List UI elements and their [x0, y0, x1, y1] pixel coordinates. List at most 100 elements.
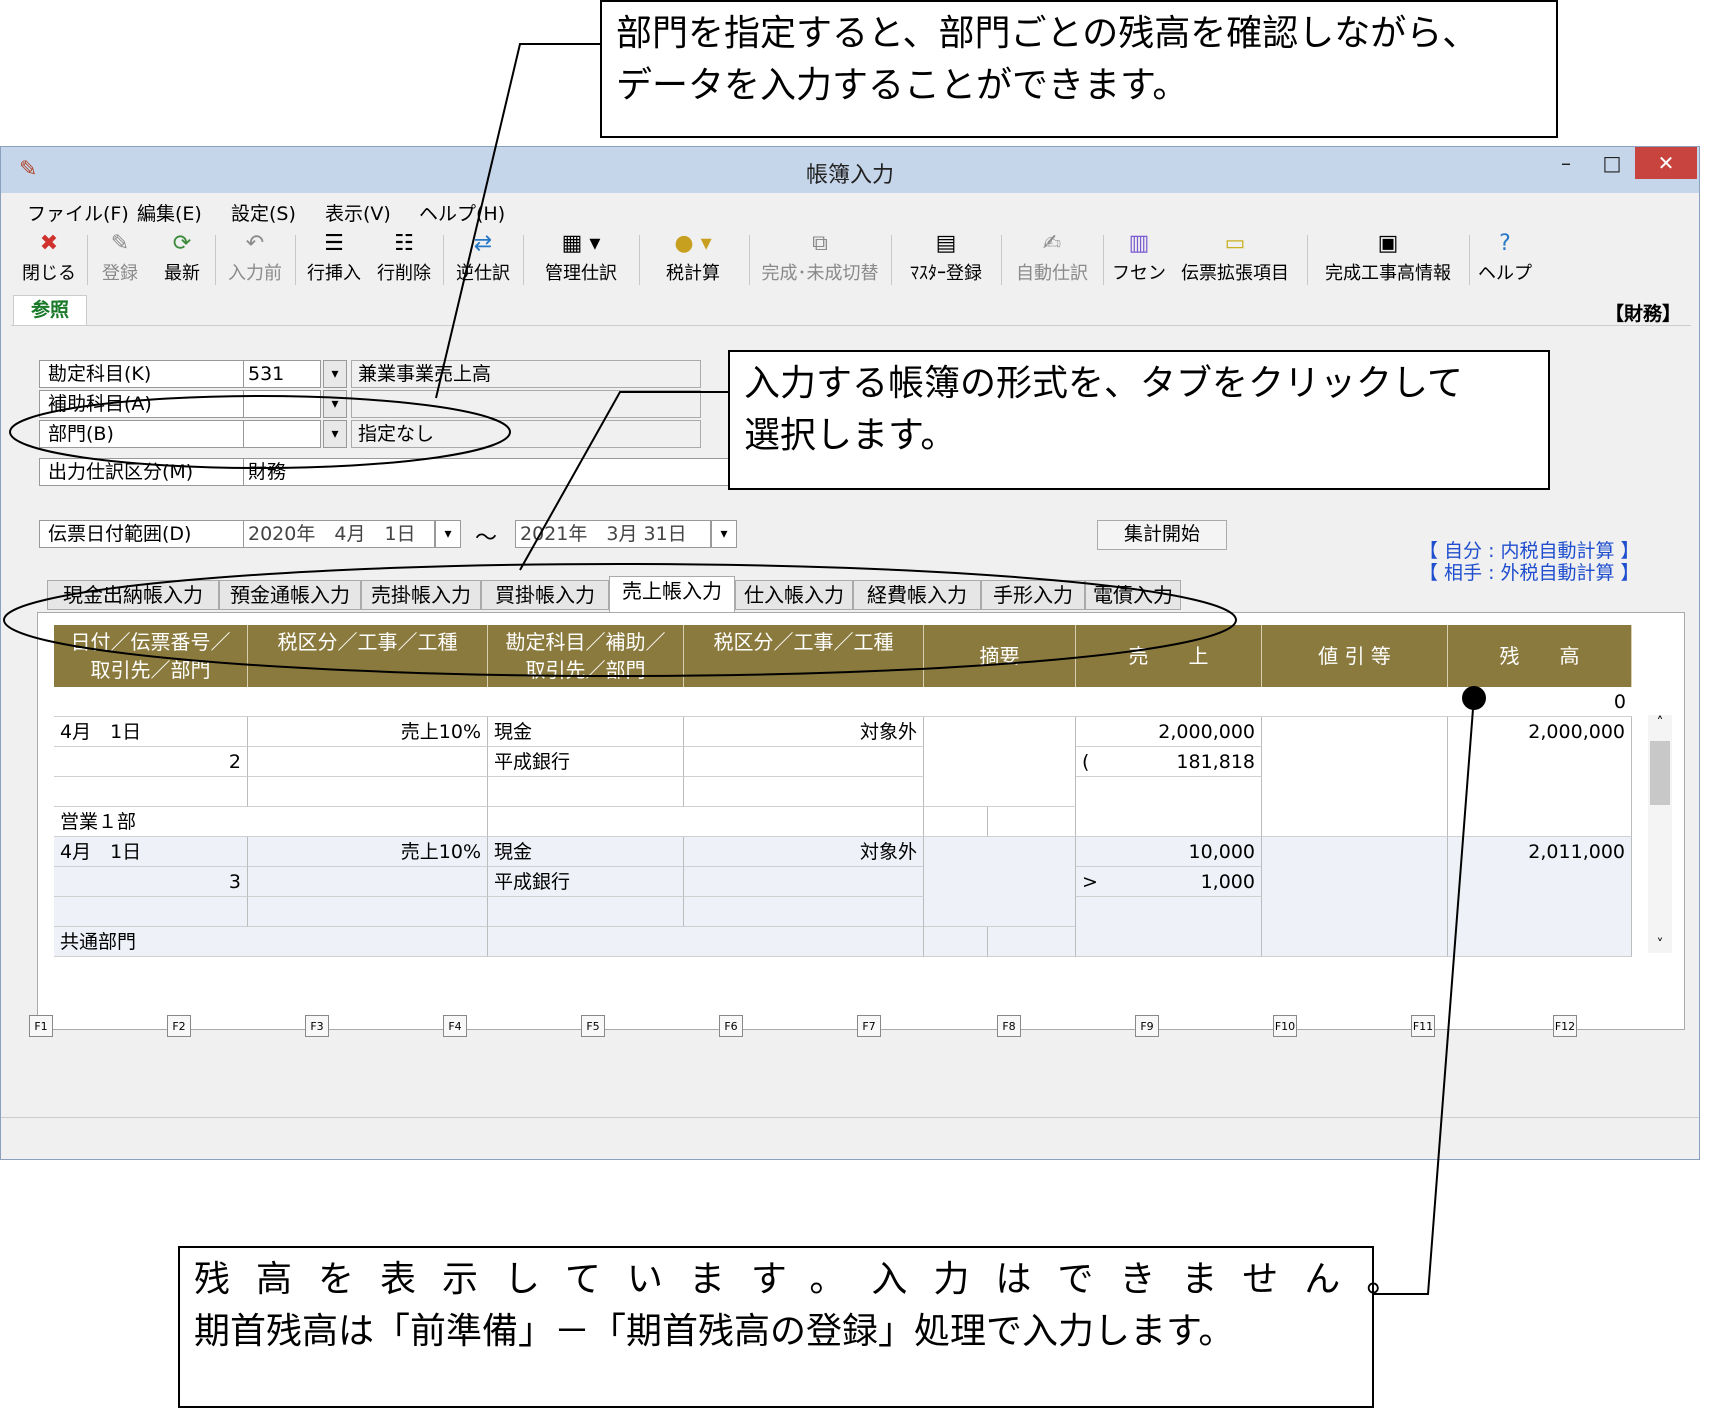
- scroll-thumb[interactable]: [1650, 741, 1670, 805]
- entry-work-type[interactable]: [248, 777, 488, 807]
- grid-scrollbar[interactable]: ˄ ˅: [1648, 715, 1672, 953]
- entry-tax[interactable]: 売上10%: [248, 837, 488, 867]
- entry-partner[interactable]: [54, 897, 248, 927]
- entry-extra-a[interactable]: [924, 807, 988, 837]
- f4-key[interactable]: F4: [443, 1015, 467, 1037]
- f11-key[interactable]: F11: [1411, 1015, 1435, 1037]
- entry-extra-b[interactable]: [988, 927, 1076, 957]
- f12-key[interactable]: F12: [1553, 1015, 1577, 1037]
- entry-extra-a[interactable]: [924, 927, 988, 957]
- entry-project2[interactable]: [684, 747, 924, 777]
- entry-sales-extra[interactable]: [1076, 897, 1262, 957]
- tab-expense[interactable]: 経費帳入力: [853, 580, 981, 610]
- entry-tax-amount[interactable]: 181,818: [1106, 747, 1262, 777]
- tab-cash-book[interactable]: 現金出納帳入力: [47, 580, 219, 610]
- manage-entry-button[interactable]: ▦ ▾ 管理仕訳: [531, 229, 631, 289]
- entry-number[interactable]: 3: [54, 867, 248, 897]
- entry-project[interactable]: [248, 747, 488, 777]
- entry-project2[interactable]: [684, 867, 924, 897]
- entry-summary[interactable]: [924, 717, 1076, 807]
- sub-account-dropdown-button[interactable]: ▾: [323, 390, 347, 418]
- entry-partner2[interactable]: [488, 777, 684, 807]
- entry-sales-extra[interactable]: [1076, 777, 1262, 837]
- entry-partner[interactable]: [54, 777, 248, 807]
- tab-bank-book[interactable]: 預金通帳入力: [219, 580, 361, 610]
- entry-number[interactable]: 2: [54, 747, 248, 777]
- entry-tax[interactable]: 売上10%: [248, 717, 488, 747]
- menu-view[interactable]: 表示(V): [325, 199, 391, 226]
- date-from-input[interactable]: 2020年 4月 1日: [243, 520, 435, 548]
- switch-button[interactable]: ⧉ 完成･未成切替: [757, 229, 883, 289]
- aggregate-button[interactable]: 集計開始: [1097, 520, 1227, 550]
- master-register-button[interactable]: ▤ ﾏｽﾀｰ登録: [899, 229, 993, 289]
- sticky-button[interactable]: ▥ フセン: [1111, 229, 1167, 289]
- entry-work-type2[interactable]: [684, 777, 924, 807]
- tab-payable[interactable]: 買掛帳入力: [481, 580, 609, 610]
- completed-work-button[interactable]: ▣ 完成工事高情報: [1315, 229, 1461, 289]
- tab-sales[interactable]: 売上帳入力: [609, 576, 735, 612]
- account-code-input[interactable]: 531: [243, 360, 321, 388]
- slip-extension-button[interactable]: ▭ 伝票拡張項目: [1171, 229, 1299, 289]
- chevron-down-icon[interactable]: ˅: [1648, 937, 1672, 953]
- entry-extra-b[interactable]: [988, 807, 1076, 837]
- register-button[interactable]: ✎ 登録: [95, 229, 145, 289]
- date-to-dropdown[interactable]: ▾: [711, 520, 737, 548]
- entry-department[interactable]: 共通部門: [54, 927, 488, 957]
- reverse-entry-button[interactable]: ⇄ 逆仕訳: [451, 229, 515, 289]
- entry-sub-account[interactable]: 平成銀行: [488, 747, 684, 777]
- f8-key[interactable]: F8: [997, 1015, 1021, 1037]
- entry-summary[interactable]: [924, 837, 1076, 927]
- sub-account-code-input[interactable]: [243, 390, 321, 418]
- date-from-dropdown[interactable]: ▾: [435, 520, 461, 548]
- help-button[interactable]: ? ヘルプ: [1477, 229, 1533, 289]
- menu-help[interactable]: ヘルプ(H): [419, 199, 505, 226]
- delete-row-button[interactable]: ☷ 行削除: [373, 229, 435, 289]
- entry-tax-amount[interactable]: 1,000: [1106, 867, 1262, 897]
- entry-sales[interactable]: 10,000: [1076, 837, 1262, 867]
- menu-settings[interactable]: 設定(S): [231, 199, 296, 226]
- entry-date[interactable]: 4月 1日: [54, 837, 248, 867]
- undo-button[interactable]: ↶ 入力前: [223, 229, 287, 289]
- chevron-up-icon[interactable]: ˄: [1648, 715, 1672, 731]
- entry-discount[interactable]: [1262, 717, 1448, 837]
- entry-tax2[interactable]: 対象外: [684, 837, 924, 867]
- insert-row-button[interactable]: ☰ 行挿入: [303, 229, 365, 289]
- entry-account[interactable]: 現金: [488, 717, 684, 747]
- minimize-button[interactable]: –: [1543, 147, 1589, 179]
- tab-purchase[interactable]: 仕入帳入力: [735, 580, 853, 610]
- tab-bills[interactable]: 手形入力: [981, 580, 1085, 610]
- tab-receivable[interactable]: 売掛帳入力: [361, 580, 481, 610]
- entry-department[interactable]: 営業１部: [54, 807, 488, 837]
- f7-key[interactable]: F7: [857, 1015, 881, 1037]
- refresh-button[interactable]: ⟳ 最新: [157, 229, 207, 289]
- f6-key[interactable]: F6: [719, 1015, 743, 1037]
- tax-calc-button[interactable]: ● ▾ 税計算: [647, 229, 739, 289]
- f5-key[interactable]: F5: [581, 1015, 605, 1037]
- entry-sales[interactable]: 2,000,000: [1076, 717, 1262, 747]
- menu-file[interactable]: ファイル(F): [27, 199, 129, 226]
- entry-account[interactable]: 現金: [488, 837, 684, 867]
- account-dropdown-button[interactable]: ▾: [323, 360, 347, 388]
- auto-entry-button[interactable]: ✍ 自動仕訳: [1009, 229, 1095, 289]
- close-button[interactable]: ✖ 閉じる: [21, 229, 77, 289]
- close-window-button[interactable]: ✕: [1635, 147, 1697, 179]
- department-code-input[interactable]: [243, 420, 321, 448]
- entry-tax2[interactable]: 対象外: [684, 717, 924, 747]
- date-to-input[interactable]: 2021年 3月 31日: [515, 520, 711, 548]
- entry-partner2[interactable]: [488, 897, 684, 927]
- entry-department2[interactable]: [488, 807, 924, 837]
- entry-date[interactable]: 4月 1日: [54, 717, 248, 747]
- f10-key[interactable]: F10: [1273, 1015, 1297, 1037]
- department-dropdown-button[interactable]: ▾: [323, 420, 347, 448]
- f2-key[interactable]: F2: [167, 1015, 191, 1037]
- menu-edit[interactable]: 編集(E): [137, 199, 202, 226]
- entry-department2[interactable]: [488, 927, 924, 957]
- f3-key[interactable]: F3: [305, 1015, 329, 1037]
- f9-key[interactable]: F9: [1135, 1015, 1159, 1037]
- entry-work-type[interactable]: [248, 897, 488, 927]
- entry-discount[interactable]: [1262, 837, 1448, 957]
- entry-work-type2[interactable]: [684, 897, 924, 927]
- entry-sub-account[interactable]: 平成銀行: [488, 867, 684, 897]
- entry-project[interactable]: [248, 867, 488, 897]
- f1-key[interactable]: F1: [29, 1015, 53, 1037]
